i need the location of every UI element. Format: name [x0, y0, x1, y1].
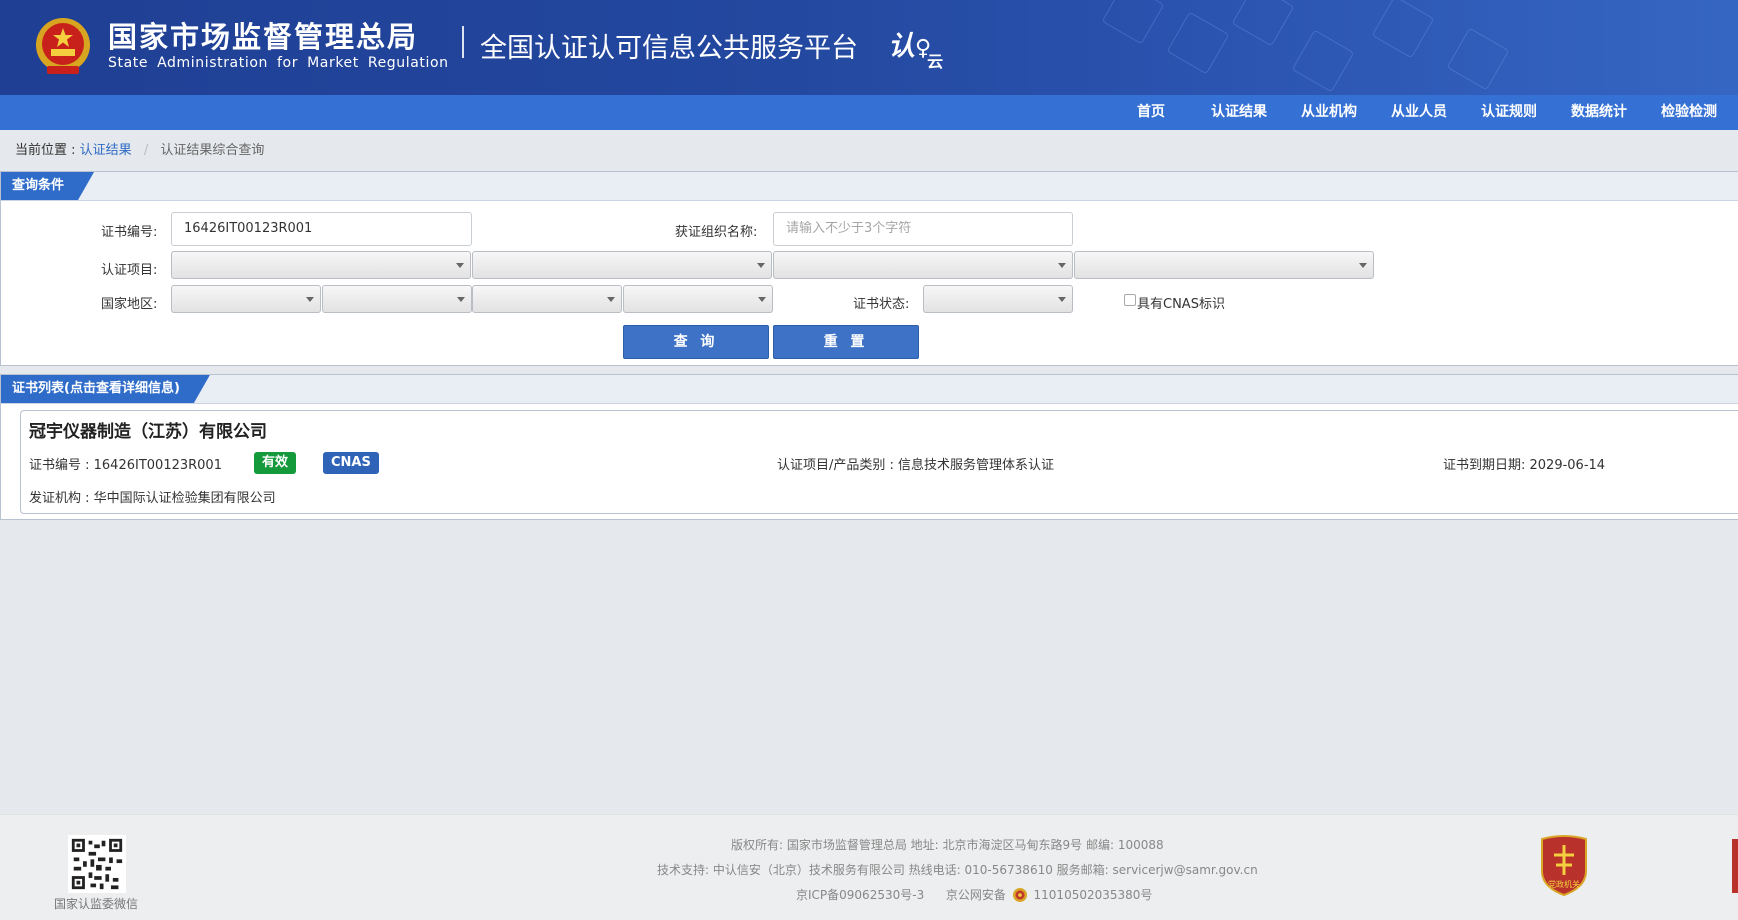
chevron-down-icon: [1058, 297, 1066, 302]
national-emblem-icon: [36, 18, 90, 74]
breadcrumb-link[interactable]: 认证结果: [80, 143, 132, 158]
qr-caption: 国家认监委微信: [54, 897, 139, 911]
police-badge-icon: [1012, 888, 1027, 902]
nav-home[interactable]: 首页: [1137, 95, 1165, 130]
result-company-name[interactable]: 冠宇仪器制造（江苏）有限公司: [29, 417, 267, 442]
results-panel-header: 证书列表(点击查看详细信息): [1, 375, 1738, 404]
platform-title: 全国认证认可信息公共服务平台: [480, 33, 858, 64]
party-gov-badge-text: 党政机关: [1548, 879, 1580, 889]
cnas-checkbox-label[interactable]: 具有CNAS标识: [1137, 293, 1225, 312]
project-select-1[interactable]: [171, 251, 471, 279]
nav-institutions[interactable]: 从业机构: [1301, 95, 1357, 130]
result-card[interactable]: 冠宇仪器制造（江苏）有限公司 证书编号 : 16426IT00123R001 有…: [20, 410, 1738, 514]
main-nav: 首页 认证结果 从业机构 从业人员 认证规则 数据统计 检验检测: [0, 95, 1738, 130]
cert-no-label: 证书编号:: [101, 225, 158, 240]
result-cert-no: 证书编号 : 16426IT00123R001: [29, 458, 222, 473]
region-select-3[interactable]: [472, 285, 622, 313]
decorative-hex: [1166, 11, 1230, 75]
org-name-cn: 国家市场监督管理总局: [108, 20, 419, 54]
qr-code-icon: [68, 835, 126, 893]
police-label: 京公网安备: [945, 888, 1006, 902]
org-name-input[interactable]: 请输入不少于3个字符: [773, 212, 1073, 246]
reset-button[interactable]: 重 置: [773, 325, 919, 359]
cnas-badge: CNAS: [323, 452, 379, 474]
chevron-down-icon: [456, 263, 464, 268]
nav-cert-results[interactable]: 认证结果: [1211, 95, 1267, 130]
chevron-down-icon: [757, 263, 765, 268]
police-number[interactable]: 11010502035380号: [1034, 888, 1153, 902]
chevron-down-icon: [607, 297, 615, 302]
renyun-logo-b: 云: [927, 52, 944, 71]
region-select-1[interactable]: [171, 285, 321, 313]
results-panel-title: 证书列表(点击查看详细信息): [1, 375, 210, 403]
query-panel: 查询条件 证书编号: 16426IT00123R001 获证组织名称: 请输入不…: [0, 171, 1738, 366]
nav-inspection[interactable]: 检验检测: [1661, 95, 1717, 130]
chevron-down-icon: [1058, 263, 1066, 268]
site-header: 国家市场监督管理总局 State Administration for Mark…: [0, 0, 1738, 95]
status-label: 证书状态:: [853, 297, 910, 312]
result-issuer: 发证机构 : 华中国际认证检验集团有限公司: [29, 491, 276, 506]
project-select-4[interactable]: [1074, 251, 1374, 279]
renyun-logo: 认♀云: [888, 24, 947, 71]
renyun-logo-a: 认: [888, 31, 915, 62]
site-footer: 国家认监委微信 版权所有: 国家市场监督管理总局 地址: 北京市海淀区马甸东路9…: [0, 814, 1738, 920]
header-divider: [462, 26, 464, 58]
project-label: 认证项目:: [101, 263, 158, 278]
party-gov-shield: 党政机关: [1541, 835, 1587, 897]
footer-copyright: 版权所有: 国家市场监督管理总局 地址: 北京市海淀区马甸东路9号 邮编: 10…: [731, 838, 1164, 852]
party-gov-badge-icon[interactable]: 党政机关: [1538, 835, 1590, 897]
chevron-down-icon: [306, 297, 314, 302]
cnas-checkbox[interactable]: [1124, 294, 1136, 306]
chevron-down-icon: [758, 297, 766, 302]
breadcrumb-prefix: 当前位置 :: [15, 143, 76, 158]
breadcrumb-current: 认证结果综合查询: [160, 143, 265, 158]
decorative-hex: [1291, 29, 1355, 93]
footer-support: 技术支持: 中认信安（北京）技术服务有限公司 热线电话: 010-5673861…: [657, 863, 1258, 877]
region-select-4[interactable]: [623, 285, 773, 313]
chevron-down-icon: [457, 297, 465, 302]
project-select-2[interactable]: [472, 251, 772, 279]
decorative-hex: [1101, 0, 1165, 45]
chevron-down-icon: [1359, 263, 1367, 268]
footer-icp: 京ICP备09062530号-3 京公网安备 11010502035380号: [796, 886, 1152, 903]
region-select-2[interactable]: [322, 285, 472, 313]
decorative-hex: [1231, 0, 1295, 47]
breadcrumb: 当前位置 : 认证结果 / 认证结果综合查询: [15, 139, 264, 158]
project-select-3[interactable]: [773, 251, 1073, 279]
edge-logo: [1732, 839, 1738, 893]
nav-cert-rules[interactable]: 认证规则: [1481, 95, 1537, 130]
search-button[interactable]: 查 询: [623, 325, 769, 359]
result-project: 认证项目/产品类别 : 信息技术服务管理体系认证: [777, 458, 1055, 473]
org-name-en: State Administration for Market Regulati…: [108, 55, 449, 71]
result-expiry: 证书到期日期: 2029-06-14: [1443, 458, 1606, 473]
decorative-hex: [1371, 0, 1435, 59]
query-panel-title: 查询条件: [1, 172, 94, 200]
icp-number[interactable]: 京ICP备09062530号-3: [796, 888, 924, 902]
query-panel-header: 查询条件: [1, 172, 1738, 201]
decorative-hex: [1446, 27, 1510, 91]
status-badge: 有效: [254, 452, 297, 474]
cert-no-input[interactable]: 16426IT00123R001: [171, 212, 472, 246]
breadcrumb-separator: /: [143, 143, 149, 158]
status-select[interactable]: [923, 285, 1073, 313]
nav-practitioners[interactable]: 从业人员: [1391, 95, 1447, 130]
region-label: 国家地区:: [101, 297, 158, 312]
nav-statistics[interactable]: 数据统计: [1571, 95, 1627, 130]
org-name-label: 获证组织名称:: [675, 225, 758, 240]
